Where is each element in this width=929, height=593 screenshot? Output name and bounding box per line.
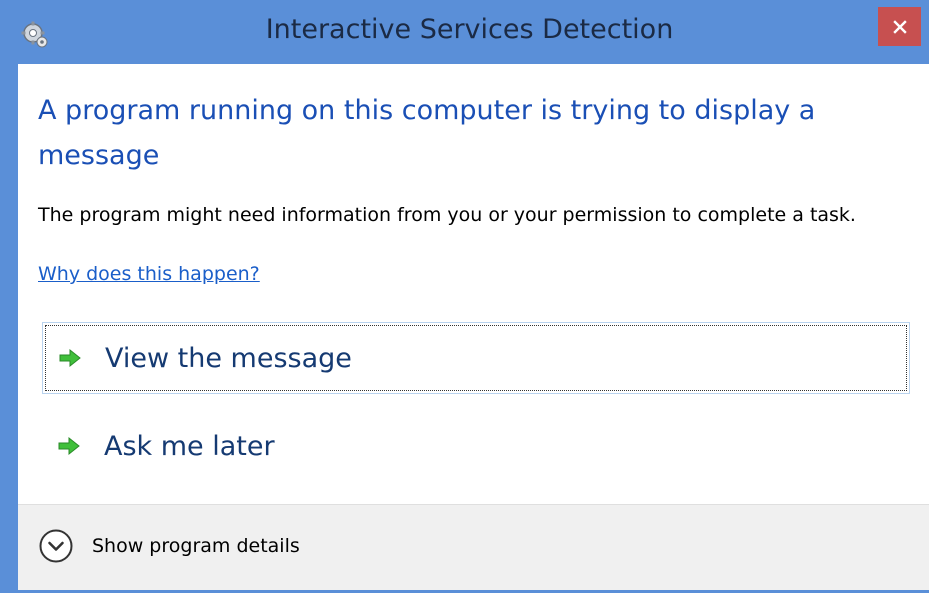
close-icon — [892, 19, 907, 34]
close-button[interactable] — [878, 7, 921, 46]
dialog-window: Interactive Services Detection A program… — [0, 0, 929, 593]
main-instruction: A program running on this computer is tr… — [38, 95, 816, 171]
ask-me-later-label: Ask me later — [104, 430, 275, 462]
ask-me-later-command-button[interactable]: Ask me later — [42, 410, 910, 482]
show-program-details-label: Show program details — [92, 535, 300, 557]
show-program-details-toggle[interactable]: Show program details — [38, 528, 300, 564]
dialog-content: A program running on this computer is tr… — [18, 64, 929, 590]
green-arrow-icon — [59, 348, 81, 368]
view-message-command-button[interactable]: View the message — [42, 322, 910, 394]
chevron-down-circle-icon — [39, 529, 73, 563]
green-arrow-icon — [58, 436, 80, 456]
description-text: The program might need information from … — [38, 204, 856, 226]
dialog-footer: Show program details — [18, 504, 929, 590]
window-title: Interactive Services Detection — [265, 14, 674, 45]
why-does-this-happen-link[interactable]: Why does this happen? — [38, 263, 260, 285]
title-bar[interactable]: Interactive Services Detection — [0, 0, 929, 64]
view-message-label: View the message — [105, 342, 352, 374]
